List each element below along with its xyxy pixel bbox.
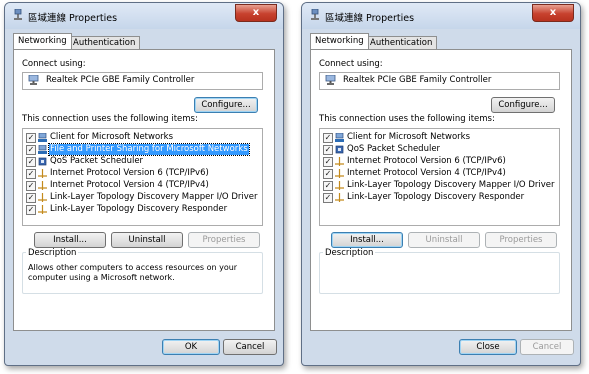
items-label: This connection uses the following items… — [319, 114, 495, 124]
properties-button[interactable]: Properties — [485, 232, 557, 248]
item-label: Link-Layer Topology Discovery Mapper I/O… — [347, 180, 555, 190]
item-checkbox[interactable]: ✓ — [323, 169, 333, 179]
network-adapter-icon — [28, 75, 39, 85]
item-checkbox[interactable]: ✓ — [323, 145, 333, 155]
item-checkbox[interactable]: ✓ — [26, 181, 36, 191]
item-label: Internet Protocol Version 4 (TCP/IPv4) — [347, 168, 506, 178]
list-item[interactable]: ✓ Link-Layer Topology Discovery Responde… — [26, 204, 258, 216]
items-list[interactable]: ✓ Client for Microsoft Networks ✓ QoS Pa… — [319, 128, 560, 226]
item-label: Internet Protocol Version 6 (TCP/IPv6) — [50, 168, 209, 178]
title-bar[interactable]: 區域連線 Properties x — [302, 3, 580, 29]
ok-button[interactable]: OK — [162, 339, 220, 355]
item-label: QoS Packet Scheduler — [50, 156, 144, 166]
list-item[interactable]: ✓ Internet Protocol Version 4 (TCP/IPv4) — [26, 180, 258, 192]
service-icon — [38, 157, 47, 166]
properties-button[interactable]: Properties — [188, 232, 260, 248]
list-item[interactable]: ✓ Internet Protocol Version 6 (TCP/IPv6) — [26, 168, 258, 180]
list-item-selected[interactable]: ✓ File and Printer Sharing for Microsoft… — [26, 143, 258, 156]
install-button[interactable]: Install... — [331, 232, 403, 248]
item-checkbox[interactable]: ✓ — [26, 157, 36, 167]
adapter-name: Realtek PCIe GBE Family Controller — [46, 75, 195, 85]
list-item[interactable]: ✓ Client for Microsoft Networks — [323, 132, 555, 144]
list-item[interactable]: ✓ Internet Protocol Version 6 (TCP/IPv6) — [323, 156, 555, 168]
item-label: Link-Layer Topology Discovery Responder — [347, 192, 525, 202]
item-checkbox[interactable]: ✓ — [323, 193, 333, 203]
protocol-icon — [38, 169, 47, 178]
configure-button[interactable]: Configure... — [194, 97, 258, 113]
list-item[interactable]: ✓ Client for Microsoft Networks — [26, 132, 258, 144]
uninstall-button[interactable]: Uninstall — [408, 232, 480, 248]
item-label: Link-Layer Topology Discovery Responder — [50, 204, 228, 214]
protocol-icon — [335, 157, 344, 166]
network-connection-icon — [14, 9, 22, 20]
cancel-button[interactable]: Cancel — [223, 339, 277, 355]
properties-dialog-sharing-enabled: 區域連線 Properties x Networking Authenticat… — [4, 2, 284, 366]
list-item[interactable]: ✓ Link-Layer Topology Discovery Responde… — [323, 192, 555, 204]
network-connection-icon — [311, 9, 319, 20]
tab-networking[interactable]: Networking — [13, 33, 72, 49]
description-label: Description — [26, 248, 79, 258]
description-group: Description Allows other computers to ac… — [22, 248, 263, 294]
item-label: File and Printer Sharing for Microsoft N… — [48, 143, 250, 156]
list-item[interactable]: ✓ Internet Protocol Version 4 (TCP/IPv4) — [323, 168, 555, 180]
items-list[interactable]: ✓ Client for Microsoft Networks ✓ File a… — [22, 128, 263, 226]
connect-using-label: Connect using: — [319, 59, 383, 69]
adapter-field: Realtek PCIe GBE Family Controller — [319, 72, 560, 90]
item-checkbox[interactable]: ✓ — [323, 133, 333, 143]
item-checkbox[interactable]: ✓ — [323, 157, 333, 167]
description-group: Description — [319, 248, 560, 294]
tab-authentication[interactable]: Authentication — [68, 36, 141, 49]
network-adapter-icon — [325, 75, 336, 85]
adapter-field: Realtek PCIe GBE Family Controller — [22, 72, 263, 90]
item-checkbox[interactable]: ✓ — [323, 181, 333, 191]
item-checkbox[interactable]: ✓ — [26, 133, 36, 143]
protocol-icon — [335, 169, 344, 178]
configure-button[interactable]: Configure... — [491, 97, 555, 113]
network-client-icon — [38, 133, 47, 142]
protocol-icon — [335, 181, 344, 190]
item-label: Internet Protocol Version 6 (TCP/IPv6) — [347, 156, 506, 166]
item-label: Client for Microsoft Networks — [50, 132, 174, 142]
description-label: Description — [323, 248, 376, 258]
close-icon[interactable]: x — [532, 4, 574, 22]
item-checkbox[interactable]: ✓ — [26, 169, 36, 179]
item-label: Internet Protocol Version 4 (TCP/IPv4) — [50, 180, 209, 190]
tab-networking[interactable]: Networking — [310, 33, 369, 49]
adapter-name: Realtek PCIe GBE Family Controller — [343, 75, 492, 85]
protocol-icon — [38, 181, 47, 190]
item-checkbox[interactable]: ✓ — [26, 205, 36, 215]
close-button[interactable]: Close — [459, 339, 517, 355]
list-item[interactable]: ✓ Link-Layer Topology Discovery Mapper I… — [323, 180, 555, 192]
item-label: Client for Microsoft Networks — [347, 132, 471, 142]
list-item[interactable]: ✓ QoS Packet Scheduler — [26, 156, 258, 168]
service-icon — [335, 145, 344, 154]
list-item[interactable]: ✓ QoS Packet Scheduler — [323, 144, 555, 156]
items-label: This connection uses the following items… — [22, 114, 198, 124]
networking-panel: Connect using: Realtek PCIe GBE Family C… — [310, 49, 572, 331]
networking-panel: Connect using: Realtek PCIe GBE Family C… — [13, 49, 275, 331]
item-checkbox[interactable]: ✓ — [26, 145, 36, 155]
protocol-icon — [38, 205, 47, 214]
window-title: 區域連線 Properties — [325, 13, 415, 24]
list-item[interactable]: ✓ Link-Layer Topology Discovery Mapper I… — [26, 192, 258, 204]
properties-dialog-sharing-removed: 區域連線 Properties x Networking Authenticat… — [301, 2, 581, 366]
cancel-button[interactable]: Cancel — [520, 339, 574, 355]
network-client-icon — [335, 133, 344, 142]
description-text: Allows other computers to access resourc… — [28, 263, 238, 282]
file-printer-sharing-icon — [38, 145, 47, 154]
install-button[interactable]: Install... — [34, 232, 106, 248]
title-bar[interactable]: 區域連線 Properties x — [5, 3, 283, 29]
uninstall-button[interactable]: Uninstall — [111, 232, 183, 248]
item-checkbox[interactable]: ✓ — [26, 193, 36, 203]
item-label: QoS Packet Scheduler — [347, 144, 441, 154]
protocol-icon — [38, 193, 47, 202]
protocol-icon — [335, 193, 344, 202]
connect-using-label: Connect using: — [22, 59, 86, 69]
item-label: Link-Layer Topology Discovery Mapper I/O… — [50, 192, 258, 202]
tab-authentication[interactable]: Authentication — [365, 36, 438, 49]
window-title: 區域連線 Properties — [28, 13, 118, 24]
close-icon[interactable]: x — [235, 4, 277, 22]
